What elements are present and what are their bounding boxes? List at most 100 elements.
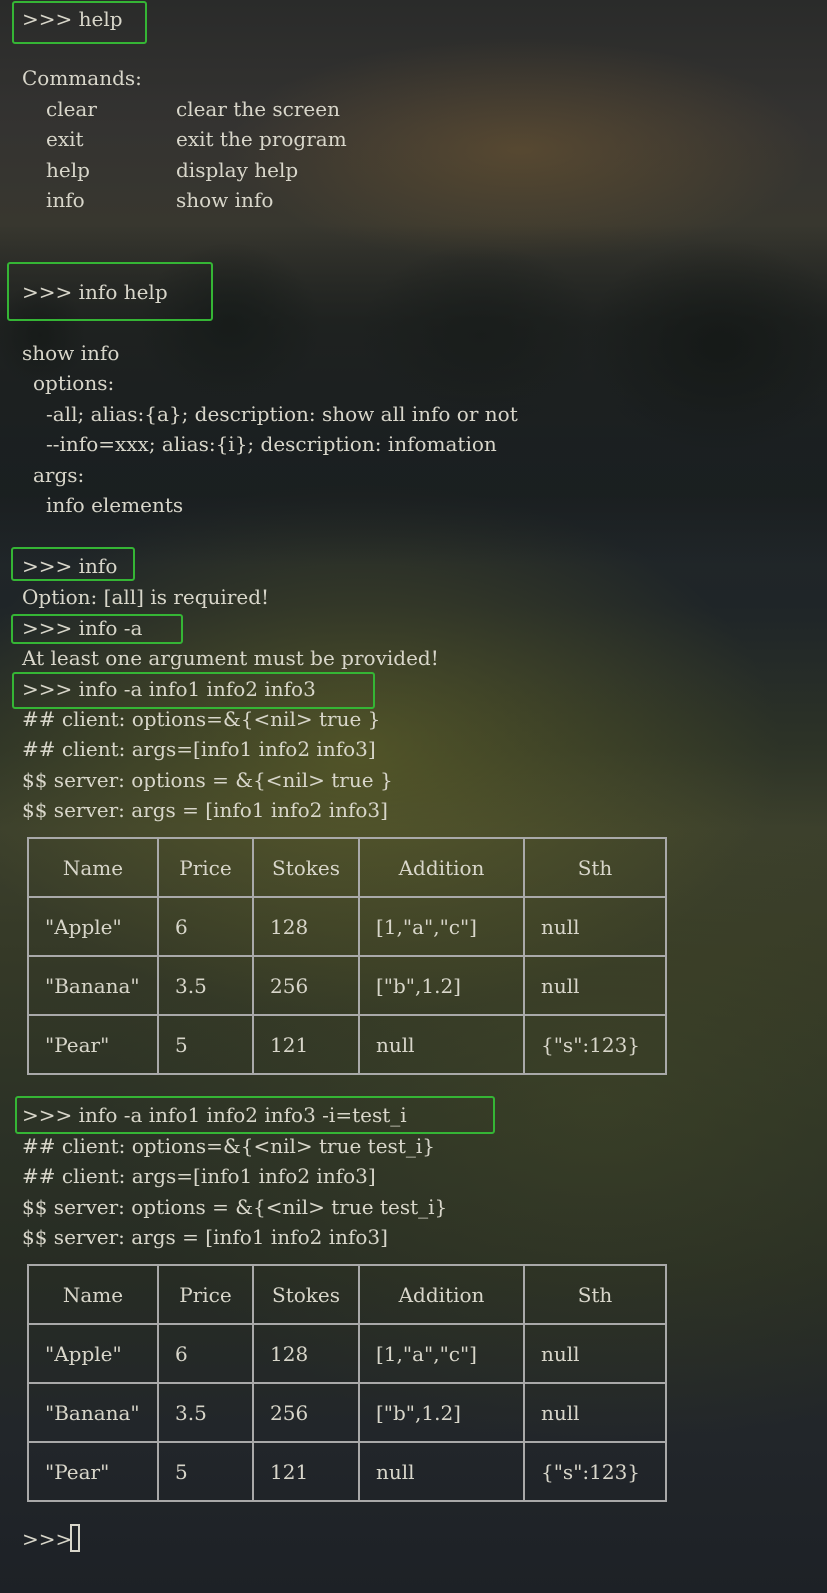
table-cell: 3.5 — [157, 1382, 254, 1443]
table-row: "Banana" 3.5 256 ["b",1.2] null — [27, 1382, 667, 1443]
table-cell: [1,"a","c"] — [358, 896, 525, 957]
output-line: ## client: args=[info1 info2 info3] — [22, 737, 376, 761]
command-name: exit — [46, 127, 84, 151]
table-cell: null — [523, 1323, 667, 1384]
table-header-cell: Name — [27, 1264, 159, 1325]
table-cell: ["b",1.2] — [358, 955, 525, 1016]
command-text: info -a info1 info2 info3 — [78, 677, 316, 701]
data-table: Name Price Stokes Addition Sth "Apple" 6… — [27, 1264, 667, 1502]
table-cell: {"s":123} — [523, 1441, 667, 1502]
command-row: clear clear the screen — [46, 94, 340, 124]
table-cell: "Apple" — [27, 896, 159, 957]
table-cell: null — [523, 955, 667, 1016]
table-cell: 128 — [252, 896, 360, 957]
table-header-cell: Sth — [523, 1264, 667, 1325]
output-line: $$ server: options = &{<nil> true test_i… — [22, 1195, 448, 1219]
output-line: -all; alias:{a}; description: show all i… — [46, 402, 518, 426]
table-cell: 5 — [157, 1014, 254, 1075]
table-cell: "Apple" — [27, 1323, 159, 1384]
table-cell: 3.5 — [157, 955, 254, 1016]
output-line: $$ server: args = [info1 info2 info3] — [22, 798, 388, 822]
table-cell: 6 — [157, 896, 254, 957]
command-row: help display help — [46, 155, 298, 185]
command-desc: clear the screen — [176, 97, 340, 121]
command-text: help — [78, 7, 123, 31]
command-text: info — [78, 554, 118, 578]
table-cell: ["b",1.2] — [358, 1382, 525, 1443]
output-line: $$ server: args = [info1 info2 info3] — [22, 1225, 388, 1249]
output-line: options: — [33, 371, 115, 395]
table-row: "Pear" 5 121 null {"s":123} — [27, 1441, 667, 1502]
table-cell: 6 — [157, 1323, 254, 1384]
prompt-symbol: >>> — [22, 677, 73, 701]
prompt-symbol: >>> — [22, 7, 73, 31]
output-line: $$ server: options = &{<nil> true } — [22, 768, 393, 792]
prompt-symbol: >>> — [22, 616, 73, 640]
table-header-cell: Stokes — [252, 837, 360, 898]
prompt-line: >>> info help — [22, 277, 168, 307]
output-line: args: — [33, 463, 85, 487]
output-line: --info=xxx; alias:{i}; description: info… — [46, 432, 497, 456]
output-line: ## client: options=&{<nil> true test_i} — [22, 1134, 435, 1158]
table-row: "Apple" 6 128 [1,"a","c"] null — [27, 1323, 667, 1384]
command-row: info show info — [46, 185, 273, 215]
table-header-cell: Sth — [523, 837, 667, 898]
command-desc: exit the program — [176, 127, 347, 151]
table-cell: 256 — [252, 1382, 360, 1443]
output-line: show info — [22, 341, 120, 365]
output-line: ## client: args=[info1 info2 info3] — [22, 1164, 376, 1188]
table-header-cell: Stokes — [252, 1264, 360, 1325]
prompt-symbol: >>> — [22, 280, 73, 304]
table-cell: 121 — [252, 1441, 360, 1502]
terminal-window[interactable]: { "prompt_symbol": ">>>", "session1": { … — [0, 0, 827, 1593]
prompt-symbol: >>> — [22, 554, 73, 578]
table-cell: null — [523, 896, 667, 957]
table-cell: "Pear" — [27, 1014, 159, 1075]
input-prompt[interactable]: >>> — [22, 1524, 72, 1554]
table-cell: null — [358, 1014, 525, 1075]
table-header-cell: Name — [27, 837, 159, 898]
prompt-symbol: >>> — [22, 1103, 73, 1127]
output-line: info elements — [46, 493, 184, 517]
table-cell: {"s":123} — [523, 1014, 667, 1075]
command-name: info — [46, 188, 85, 212]
table-header-row: Name Price Stokes Addition Sth — [27, 1264, 667, 1325]
table-cell: null — [358, 1441, 525, 1502]
prompt-symbol: >>> — [22, 1527, 73, 1551]
table-cell: "Banana" — [27, 1382, 159, 1443]
table-cell: "Pear" — [27, 1441, 159, 1502]
output-line: ## client: options=&{<nil> true } — [22, 707, 381, 731]
table-cell: 128 — [252, 1323, 360, 1384]
command-row: exit exit the program — [46, 124, 347, 154]
command-text: info -a — [78, 616, 143, 640]
text-cursor[interactable] — [70, 1524, 80, 1552]
table-cell: 121 — [252, 1014, 360, 1075]
table-header-cell: Addition — [358, 837, 525, 898]
command-text: info help — [78, 280, 168, 304]
table-cell: null — [523, 1382, 667, 1443]
table-header-row: Name Price Stokes Addition Sth — [27, 837, 667, 898]
table-cell: 256 — [252, 955, 360, 1016]
error-output: Option: [all] is required! — [22, 585, 270, 609]
prompt-line: >>> info -a — [22, 613, 142, 643]
command-desc: show info — [176, 188, 274, 212]
table-cell: [1,"a","c"] — [358, 1323, 525, 1384]
command-name: help — [46, 158, 90, 182]
command-text: info -a info1 info2 info3 -i=test_i — [78, 1103, 407, 1127]
table-header-cell: Price — [157, 837, 254, 898]
error-output: At least one argument must be provided! — [22, 646, 439, 670]
prompt-line: >>> info -a info1 info2 info3 — [22, 674, 316, 704]
prompt-line: >>> info — [22, 551, 117, 581]
table-cell: "Banana" — [27, 955, 159, 1016]
commands-heading: Commands: — [22, 66, 142, 90]
prompt-line: >>> help — [22, 4, 123, 34]
prompt-line: >>> info -a info1 info2 info3 -i=test_i — [22, 1100, 407, 1130]
command-desc: display help — [176, 158, 299, 182]
table-row: "Pear" 5 121 null {"s":123} — [27, 1014, 667, 1075]
table-cell: 5 — [157, 1441, 254, 1502]
table-row: "Banana" 3.5 256 ["b",1.2] null — [27, 955, 667, 1016]
table-header-cell: Addition — [358, 1264, 525, 1325]
table-row: "Apple" 6 128 [1,"a","c"] null — [27, 896, 667, 957]
table-header-cell: Price — [157, 1264, 254, 1325]
command-name: clear — [46, 97, 97, 121]
